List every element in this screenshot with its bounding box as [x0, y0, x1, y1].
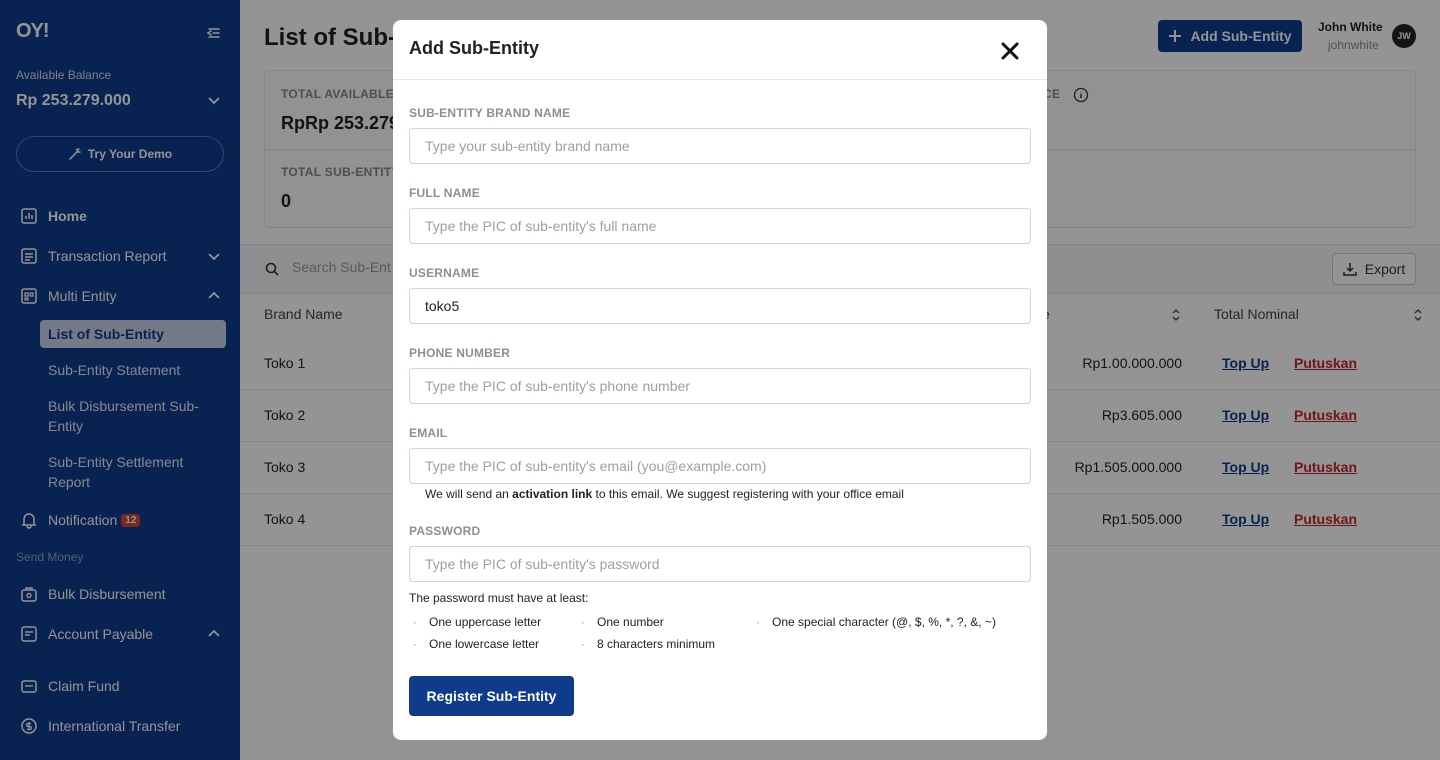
add-sub-entity-modal: Add Sub-Entity SUB-ENTITY BRAND NAME FUL…	[393, 20, 1047, 740]
password-rules-title: The password must have at least:	[409, 591, 589, 605]
full-name-input[interactable]	[409, 208, 1031, 244]
brand-name-input[interactable]	[409, 128, 1031, 164]
password-rule: 8 characters minimum	[581, 637, 715, 651]
password-rule: One special character (@, $, %, *, ?, &,…	[756, 615, 996, 629]
username-input[interactable]	[409, 288, 1031, 324]
phone-label: PHONE NUMBER	[409, 346, 511, 360]
email-input[interactable]	[409, 448, 1031, 484]
full-name-label: FULL NAME	[409, 186, 480, 200]
email-label: EMAIL	[409, 426, 448, 440]
password-rule: One number	[581, 615, 664, 629]
register-sub-entity-button[interactable]: Register Sub-Entity	[409, 676, 574, 716]
modal-header: Add Sub-Entity	[393, 20, 1047, 80]
password-input[interactable]	[409, 546, 1031, 582]
phone-input[interactable]	[409, 368, 1031, 404]
password-label: PASSWORD	[409, 524, 481, 538]
brand-name-label: SUB-ENTITY BRAND NAME	[409, 106, 571, 120]
email-hint-pre: We will send an	[425, 487, 513, 501]
email-hint-post: to this email. We suggest registering wi…	[592, 487, 904, 501]
modal-title: Add Sub-Entity	[409, 38, 539, 58]
email-hint-bold: activation link	[512, 487, 593, 501]
email-hint: We will send an activation link to this …	[425, 487, 904, 501]
close-icon[interactable]	[999, 40, 1021, 62]
password-rule: One lowercase letter	[413, 637, 539, 651]
password-rule: One uppercase letter	[413, 615, 541, 629]
username-label: USERNAME	[409, 266, 480, 280]
